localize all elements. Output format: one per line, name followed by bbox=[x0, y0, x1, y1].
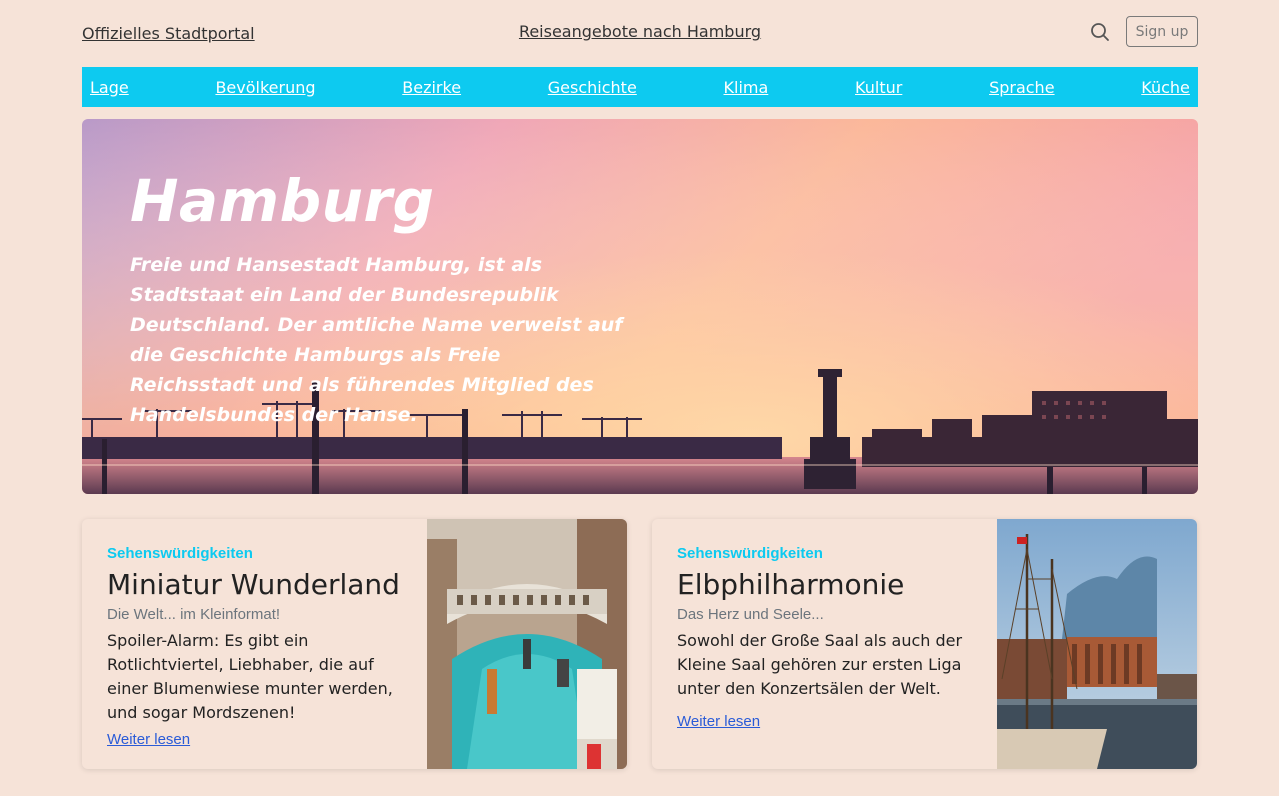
card-subtitle: Die Welt... im Kleinformat! bbox=[107, 606, 281, 623]
search-icon[interactable] bbox=[1090, 22, 1110, 42]
nav-item-kultur[interactable]: Kultur bbox=[855, 78, 902, 97]
nav-item-bezirke[interactable]: Bezirke bbox=[402, 78, 461, 97]
travel-offers-link[interactable]: Reiseangebote nach Hamburg bbox=[519, 22, 761, 41]
card-subtitle: Das Herz und Seele... bbox=[677, 606, 824, 623]
nav-item-bevoelkerung[interactable]: Bevölkerung bbox=[215, 78, 315, 97]
card-text: Sowohl der Große Saal als auch der Klein… bbox=[677, 631, 963, 698]
card-image-elbphilharmonie bbox=[997, 519, 1197, 769]
nav-item-kueche[interactable]: Küche bbox=[1141, 78, 1190, 97]
nav-item-klima[interactable]: Klima bbox=[724, 78, 769, 97]
card-category: Sehenswürdigkeiten bbox=[107, 545, 253, 562]
card-text: Spoiler-Alarm: Es gibt ein Rotlichtviert… bbox=[107, 631, 393, 722]
card-elbphilharmonie: Sehenswürdigkeiten Elbphilharmonie Das H… bbox=[652, 519, 1197, 769]
card-title: Elbphilharmonie bbox=[677, 568, 905, 601]
hero-title: Hamburg bbox=[130, 167, 435, 235]
card-category: Sehenswürdigkeiten bbox=[677, 545, 823, 562]
read-more-link[interactable]: Weiter lesen bbox=[107, 731, 190, 748]
read-more-link[interactable]: Weiter lesen bbox=[677, 713, 760, 730]
top-bar: Offizielles Stadtportal Reiseangebote na… bbox=[82, 16, 1198, 48]
signup-button[interactable]: Sign up bbox=[1126, 16, 1198, 47]
nav-item-geschichte[interactable]: Geschichte bbox=[548, 78, 637, 97]
hero-banner: Hamburg Freie und Hansestadt Hamburg, is… bbox=[82, 119, 1198, 494]
card-miniatur-wunderland: Sehenswürdigkeiten Miniatur Wunderland D… bbox=[82, 519, 627, 769]
official-portal-link[interactable]: Offizielles Stadtportal bbox=[82, 24, 255, 43]
nav-item-sprache[interactable]: Sprache bbox=[989, 78, 1054, 97]
card-title: Miniatur Wunderland bbox=[107, 568, 400, 601]
hero-description: Freie und Hansestadt Hamburg, ist als St… bbox=[130, 254, 623, 426]
main-nav: Lage Bevölkerung Bezirke Geschichte Klim… bbox=[82, 67, 1198, 107]
card-image-venice-miniature bbox=[427, 519, 627, 769]
nav-item-lage[interactable]: Lage bbox=[90, 78, 129, 97]
card-body: Sehenswürdigkeiten Miniatur Wunderland D… bbox=[107, 545, 407, 748]
card-body: Sehenswürdigkeiten Elbphilharmonie Das H… bbox=[677, 545, 977, 730]
